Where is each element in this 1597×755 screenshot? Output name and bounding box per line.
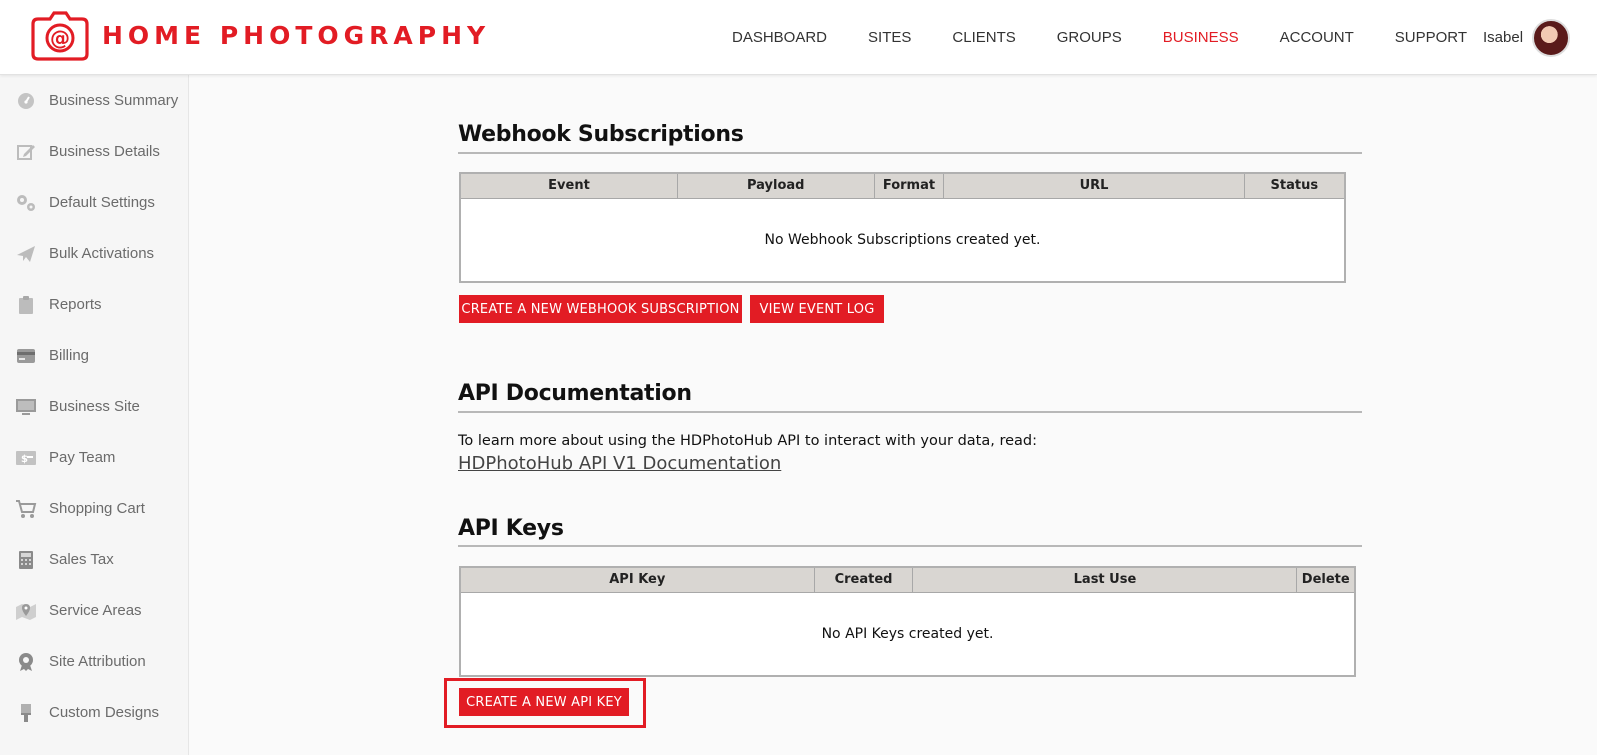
sidebar-item-label: Site Attribution bbox=[49, 653, 146, 670]
column-header-created[interactable]: Created bbox=[813, 566, 914, 593]
column-header-delete[interactable]: Delete bbox=[1296, 566, 1356, 593]
sidebar-item-reports[interactable]: Reports bbox=[0, 279, 189, 330]
api-docs-section-title: API Documentation bbox=[458, 381, 692, 406]
brand-name: HOME PHOTOGRAPHY bbox=[102, 20, 491, 50]
sidebar-item-label: Default Settings bbox=[49, 194, 155, 211]
avatar[interactable] bbox=[1532, 18, 1571, 57]
main-nav: DASHBOARD SITES CLIENTS GROUPS BUSINESS … bbox=[732, 0, 1508, 75]
sidebar-item-service-areas[interactable]: Service Areas bbox=[0, 585, 189, 636]
svg-text:$: $ bbox=[21, 454, 28, 465]
cart-icon bbox=[15, 499, 37, 519]
sidebar-item-default-settings[interactable]: Default Settings bbox=[0, 177, 189, 228]
column-header-payload[interactable]: Payload bbox=[676, 172, 875, 199]
empty-row: No Webhook Subscriptions created yet. bbox=[460, 198, 1345, 282]
nav-sites[interactable]: SITES bbox=[868, 29, 911, 46]
column-header-event[interactable]: Event bbox=[459, 172, 678, 199]
column-header-last-use[interactable]: Last Use bbox=[912, 566, 1298, 593]
sidebar-item-shopping-cart[interactable]: Shopping Cart bbox=[0, 483, 189, 534]
column-header-api-key[interactable]: API Key bbox=[459, 566, 815, 593]
camera-at-logo-icon: @ bbox=[31, 11, 89, 61]
sidebar-item-label: Service Areas bbox=[49, 602, 142, 619]
sidebar-item-label: Reports bbox=[49, 296, 102, 313]
sidebar: Business Summary Business Details Defaul… bbox=[0, 75, 189, 755]
sidebar-item-business-details[interactable]: Business Details bbox=[0, 126, 189, 177]
paper-plane-icon bbox=[15, 244, 37, 264]
award-icon bbox=[15, 652, 37, 672]
empty-row: No API Keys created yet. bbox=[460, 592, 1355, 676]
webhook-table: Event Payload Format URL Status No Webho… bbox=[459, 172, 1346, 283]
paint-brush-icon bbox=[15, 703, 37, 723]
create-api-key-button[interactable]: CREATE A NEW API KEY bbox=[459, 688, 629, 716]
sidebar-item-custom-designs[interactable]: Custom Designs bbox=[0, 687, 189, 738]
nav-groups[interactable]: GROUPS bbox=[1057, 29, 1122, 46]
sidebar-item-label: Bulk Activations bbox=[49, 245, 155, 262]
sidebar-item-business-site[interactable]: Business Site bbox=[0, 381, 189, 432]
table-header-row: API Key Created Last Use Delete bbox=[459, 566, 1356, 593]
svg-text:@: @ bbox=[50, 26, 70, 50]
section-divider bbox=[458, 152, 1362, 154]
sidebar-item-pay-team[interactable]: $ Pay Team bbox=[0, 432, 189, 483]
empty-message: No API Keys created yet. bbox=[821, 625, 994, 642]
sidebar-item-label: Billing bbox=[49, 347, 90, 364]
sidebar-item-sales-tax[interactable]: Sales Tax bbox=[0, 534, 189, 585]
sidebar-item-label: Custom Designs bbox=[49, 704, 160, 721]
money-icon: $ bbox=[15, 448, 37, 468]
column-header-format[interactable]: Format bbox=[873, 172, 945, 199]
sidebar-item-label: Sales Tax bbox=[49, 551, 114, 568]
sidebar-item-label: Shopping Cart bbox=[49, 500, 145, 517]
credit-card-icon bbox=[15, 346, 37, 366]
sidebar-item-label: Business Summary bbox=[49, 92, 179, 109]
nav-dashboard[interactable]: DASHBOARD bbox=[732, 29, 827, 46]
sidebar-item-bulk-activations[interactable]: Bulk Activations bbox=[0, 228, 189, 279]
view-event-log-button[interactable]: VIEW EVENT LOG bbox=[750, 295, 884, 323]
sidebar-item-label: Business Site bbox=[49, 398, 140, 415]
webhook-section-title: Webhook Subscriptions bbox=[458, 122, 744, 147]
nav-account[interactable]: ACCOUNT bbox=[1280, 29, 1354, 46]
clipboard-icon bbox=[15, 295, 37, 315]
calculator-icon bbox=[15, 550, 37, 570]
brand-logo[interactable]: @ HOME PHOTOGRAPHY bbox=[30, 9, 490, 61]
sidebar-item-label: Pay Team bbox=[49, 449, 116, 466]
gauge-icon bbox=[15, 91, 37, 111]
column-header-status[interactable]: Status bbox=[1243, 172, 1346, 199]
map-pin-icon bbox=[15, 601, 37, 621]
api-documentation-link[interactable]: HDPhotoHub API V1 Documentation bbox=[458, 453, 781, 474]
section-divider bbox=[458, 411, 1362, 413]
sidebar-item-business-summary[interactable]: Business Summary bbox=[0, 75, 189, 126]
create-webhook-subscription-button[interactable]: CREATE A NEW WEBHOOK SUBSCRIPTION bbox=[459, 295, 742, 323]
sidebar-item-label: Business Details bbox=[49, 143, 160, 160]
api-keys-table: API Key Created Last Use Delete No API K… bbox=[459, 566, 1356, 677]
section-divider bbox=[458, 545, 1362, 547]
nav-support[interactable]: SUPPORT bbox=[1395, 29, 1467, 46]
nav-clients[interactable]: CLIENTS bbox=[952, 29, 1015, 46]
sidebar-item-billing[interactable]: Billing bbox=[0, 330, 189, 381]
gears-icon bbox=[15, 193, 37, 213]
user-menu[interactable]: Isabel bbox=[1483, 0, 1571, 75]
top-header: @ HOME PHOTOGRAPHY DASHBOARD SITES CLIEN… bbox=[0, 0, 1597, 75]
column-header-url[interactable]: URL bbox=[943, 172, 1245, 199]
nav-business[interactable]: BUSINESS bbox=[1163, 29, 1239, 46]
api-keys-section-title: API Keys bbox=[458, 516, 564, 541]
user-name[interactable]: Isabel bbox=[1483, 29, 1523, 46]
sidebar-item-site-attribution[interactable]: Site Attribution bbox=[0, 636, 189, 687]
api-docs-description: To learn more about using the HDPhotoHub… bbox=[458, 433, 1038, 449]
empty-message: No Webhook Subscriptions created yet. bbox=[764, 231, 1041, 248]
edit-icon bbox=[15, 142, 37, 162]
table-header-row: Event Payload Format URL Status bbox=[459, 172, 1346, 199]
monitor-icon bbox=[15, 397, 37, 417]
